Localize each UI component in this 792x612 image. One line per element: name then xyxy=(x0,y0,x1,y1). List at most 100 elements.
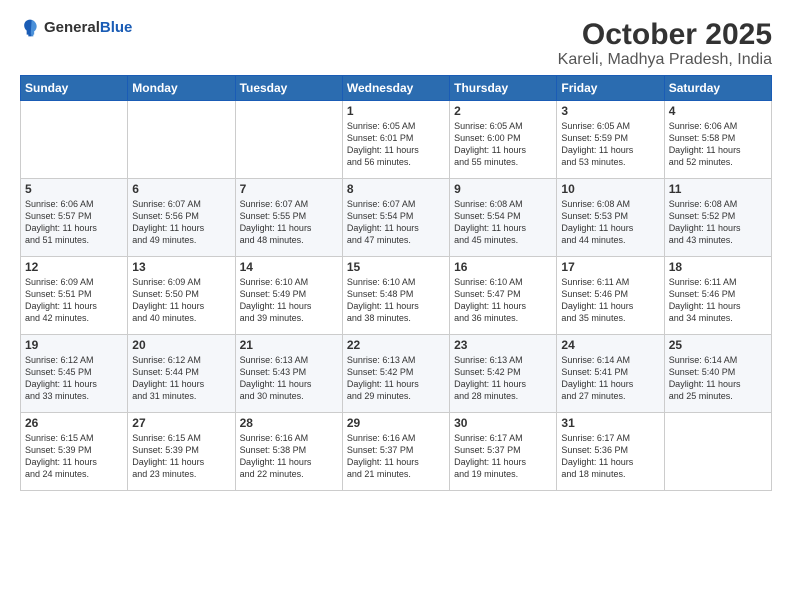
day-number: 27 xyxy=(132,416,230,430)
header-wednesday: Wednesday xyxy=(342,76,449,101)
cell-info: Sunrise: 6:16 AM Sunset: 5:37 PM Dayligh… xyxy=(347,432,445,481)
cell-info: Sunrise: 6:15 AM Sunset: 5:39 PM Dayligh… xyxy=(132,432,230,481)
cell-info: Sunrise: 6:17 AM Sunset: 5:36 PM Dayligh… xyxy=(561,432,659,481)
day-number: 1 xyxy=(347,104,445,118)
calendar-cell: 8Sunrise: 6:07 AM Sunset: 5:54 PM Daylig… xyxy=(342,179,449,257)
cell-info: Sunrise: 6:08 AM Sunset: 5:52 PM Dayligh… xyxy=(669,198,767,247)
calendar-table: Sunday Monday Tuesday Wednesday Thursday… xyxy=(20,75,772,491)
day-number: 21 xyxy=(240,338,338,352)
day-number: 20 xyxy=(132,338,230,352)
day-number: 9 xyxy=(454,182,552,196)
cell-info: Sunrise: 6:13 AM Sunset: 5:43 PM Dayligh… xyxy=(240,354,338,403)
calendar-cell: 13 Sunrise: 6:09 AM Sunset: 5:50 PM Dayli… xyxy=(128,257,235,335)
day-number: 30 xyxy=(454,416,552,430)
calendar-cell: 10Sunrise: 6:08 AM Sunset: 5:53 PM Dayli… xyxy=(557,179,664,257)
cell-info: Sunrise: 6:06 AM Sunset: 5:57 PM Dayligh… xyxy=(25,198,123,247)
month-title: October 2025 xyxy=(558,18,772,51)
day-number: 31 xyxy=(561,416,659,430)
day-number: 17 xyxy=(561,260,659,274)
cell-info: Sunrise: 6:10 AM Sunset: 5:47 PM Dayligh… xyxy=(454,276,552,325)
cell-info: Sunrise: 6:16 AM Sunset: 5:38 PM Dayligh… xyxy=(240,432,338,481)
cell-info: Sunrise: 6:05 AM Sunset: 6:00 PM Dayligh… xyxy=(454,120,552,169)
cell-info: Sunrise: 6:07 AM Sunset: 5:54 PM Dayligh… xyxy=(347,198,445,247)
calendar-cell xyxy=(664,413,771,491)
header-monday: Monday xyxy=(128,76,235,101)
cell-info: Sunrise: 6:08 AM Sunset: 5:54 PM Dayligh… xyxy=(454,198,552,247)
cell-info: Sunrise: 6:09 AM Sunset: 5:51 PM Dayligh… xyxy=(25,276,123,325)
logo: GeneralBlue xyxy=(20,18,132,38)
cell-info: Sunrise: 6:13 AM Sunset: 5:42 PM Dayligh… xyxy=(454,354,552,403)
calendar-cell: 16 Sunrise: 6:10 AM Sunset: 5:47 PM Dayli… xyxy=(450,257,557,335)
cell-info: Sunrise: 6:05 AM Sunset: 6:01 PM Dayligh… xyxy=(347,120,445,169)
day-number: 6 xyxy=(132,182,230,196)
calendar-cell: 9 Sunrise: 6:08 AM Sunset: 5:54 PM Daylig… xyxy=(450,179,557,257)
day-number: 25 xyxy=(669,338,767,352)
day-number: 29 xyxy=(347,416,445,430)
calendar-week-3: 12 Sunrise: 6:09 AM Sunset: 5:51 PM Dayli… xyxy=(21,257,772,335)
header-saturday: Saturday xyxy=(664,76,771,101)
day-number: 3 xyxy=(561,104,659,118)
cell-info: Sunrise: 6:12 AM Sunset: 5:44 PM Dayligh… xyxy=(132,354,230,403)
cell-info: Sunrise: 6:13 AM Sunset: 5:42 PM Dayligh… xyxy=(347,354,445,403)
calendar-cell: 22 Sunrise: 6:13 AM Sunset: 5:42 PM Dayli… xyxy=(342,335,449,413)
calendar-week-4: 19 Sunrise: 6:12 AM Sunset: 5:45 PM Dayli… xyxy=(21,335,772,413)
logo-text-block: GeneralBlue xyxy=(44,19,132,37)
day-number: 24 xyxy=(561,338,659,352)
cell-info: Sunrise: 6:10 AM Sunset: 5:48 PM Dayligh… xyxy=(347,276,445,325)
calendar-cell: 30 Sunrise: 6:17 AM Sunset: 5:37 PM Dayli… xyxy=(450,413,557,491)
cell-info: Sunrise: 6:07 AM Sunset: 5:55 PM Dayligh… xyxy=(240,198,338,247)
day-number: 12 xyxy=(25,260,123,274)
calendar-cell: 26Sunrise: 6:15 AM Sunset: 5:39 PM Dayli… xyxy=(21,413,128,491)
page-header: GeneralBlue October 2025 Kareli, Madhya … xyxy=(20,18,772,69)
day-number: 26 xyxy=(25,416,123,430)
day-number: 28 xyxy=(240,416,338,430)
calendar-cell: 28 Sunrise: 6:16 AM Sunset: 5:38 PM Dayli… xyxy=(235,413,342,491)
day-number: 18 xyxy=(669,260,767,274)
calendar-cell: 31 Sunrise: 6:17 AM Sunset: 5:36 PM Dayli… xyxy=(557,413,664,491)
calendar-cell: 14 Sunrise: 6:10 AM Sunset: 5:49 PM Dayli… xyxy=(235,257,342,335)
calendar-cell xyxy=(128,101,235,179)
calendar-week-1: 1 Sunrise: 6:05 AM Sunset: 6:01 PM Daylig… xyxy=(21,101,772,179)
calendar-cell: 21 Sunrise: 6:13 AM Sunset: 5:43 PM Dayli… xyxy=(235,335,342,413)
cell-info: Sunrise: 6:09 AM Sunset: 5:50 PM Dayligh… xyxy=(132,276,230,325)
header-tuesday: Tuesday xyxy=(235,76,342,101)
calendar-cell: 5 Sunrise: 6:06 AM Sunset: 5:57 PM Daylig… xyxy=(21,179,128,257)
day-number: 19 xyxy=(25,338,123,352)
calendar-week-2: 5 Sunrise: 6:06 AM Sunset: 5:57 PM Daylig… xyxy=(21,179,772,257)
day-number: 22 xyxy=(347,338,445,352)
day-number: 5 xyxy=(25,182,123,196)
day-number: 23 xyxy=(454,338,552,352)
day-number: 4 xyxy=(669,104,767,118)
location-title: Kareli, Madhya Pradesh, India xyxy=(558,51,772,69)
header-thursday: Thursday xyxy=(450,76,557,101)
calendar-cell: 3Sunrise: 6:05 AM Sunset: 5:59 PM Daylig… xyxy=(557,101,664,179)
day-number: 13 xyxy=(132,260,230,274)
calendar-cell: 15 Sunrise: 6:10 AM Sunset: 5:48 PM Dayli… xyxy=(342,257,449,335)
weekday-header-row: Sunday Monday Tuesday Wednesday Thursday… xyxy=(21,76,772,101)
calendar-cell: 24 Sunrise: 6:14 AM Sunset: 5:41 PM Dayli… xyxy=(557,335,664,413)
page-container: GeneralBlue October 2025 Kareli, Madhya … xyxy=(0,0,792,501)
calendar-cell: 4 Sunrise: 6:06 AM Sunset: 5:58 PM Daylig… xyxy=(664,101,771,179)
cell-info: Sunrise: 6:14 AM Sunset: 5:41 PM Dayligh… xyxy=(561,354,659,403)
cell-info: Sunrise: 6:07 AM Sunset: 5:56 PM Dayligh… xyxy=(132,198,230,247)
calendar-week-5: 26 Sunrise: 6:15 AM Sunset: 5:39 PM Dayli… xyxy=(21,413,772,491)
header-sunday: Sunday xyxy=(21,76,128,101)
calendar-cell: 19 Sunrise: 6:12 AM Sunset: 5:45 PM Dayli… xyxy=(21,335,128,413)
calendar-cell: 7Sunrise: 6:07 AM Sunset: 5:55 PM Daylig… xyxy=(235,179,342,257)
logo-general: GeneralBlue xyxy=(44,19,132,37)
header-friday: Friday xyxy=(557,76,664,101)
calendar-cell: 1 Sunrise: 6:05 AM Sunset: 6:01 PM Daylig… xyxy=(342,101,449,179)
cell-info: Sunrise: 6:14 AM Sunset: 5:40 PM Dayligh… xyxy=(669,354,767,403)
cell-info: Sunrise: 6:17 AM Sunset: 5:37 PM Dayligh… xyxy=(454,432,552,481)
cell-info: Sunrise: 6:10 AM Sunset: 5:49 PM Dayligh… xyxy=(240,276,338,325)
day-number: 2 xyxy=(454,104,552,118)
calendar-cell xyxy=(21,101,128,179)
day-number: 15 xyxy=(347,260,445,274)
calendar-cell: 6 Sunrise: 6:07 AM Sunset: 5:56 PM Daylig… xyxy=(128,179,235,257)
day-number: 14 xyxy=(240,260,338,274)
cell-info: Sunrise: 6:06 AM Sunset: 5:58 PM Dayligh… xyxy=(669,120,767,169)
calendar-cell: 29 Sunrise: 6:16 AM Sunset: 5:37 PM Dayli… xyxy=(342,413,449,491)
calendar-cell: 2 Sunrise: 6:05 AM Sunset: 6:00 PM Daylig… xyxy=(450,101,557,179)
day-number: 16 xyxy=(454,260,552,274)
cell-info: Sunrise: 6:12 AM Sunset: 5:45 PM Dayligh… xyxy=(25,354,123,403)
